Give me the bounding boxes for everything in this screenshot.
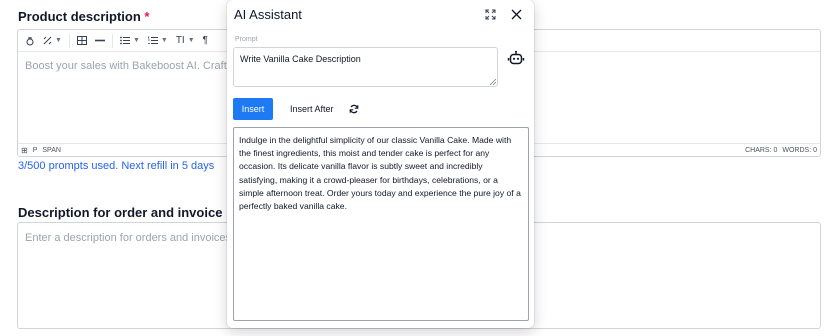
required-mark: * [144, 9, 150, 24]
magic-icon [26, 36, 34, 45]
numbered-list-dropdown[interactable]: ▼ [145, 32, 171, 50]
prompt-value: Write Vanilla Cake Description [240, 54, 361, 64]
ai-assistant-dialog: AI Assistant Prompt Write Vanilla Cake D… [227, 0, 534, 328]
toolbar-divider [68, 33, 70, 48]
element-path: ⊞ P SPAN [21, 146, 61, 155]
toolbar-divider [111, 33, 113, 48]
text-style-icon [43, 36, 52, 45]
path-item[interactable]: P [33, 147, 38, 154]
insert-table-button[interactable] [74, 32, 90, 50]
chevron-down-icon: ▼ [55, 37, 62, 44]
text-style-dropdown[interactable]: ▼ [40, 32, 65, 50]
robot-icon[interactable] [507, 50, 525, 68]
order-description-label: Description for order and invoice [18, 205, 223, 220]
expand-icon [485, 9, 495, 19]
action-row: Insert Insert After [233, 98, 359, 120]
page: Product description * ▼ ▼ ▼ TI ▼ ¶ Boost… [0, 0, 828, 336]
dialog-title: AI Assistant [234, 7, 302, 22]
words-count: WORDS: 0 [782, 147, 817, 154]
numbered-list-icon [147, 36, 158, 44]
font-size-icon: TI [175, 35, 185, 46]
chevron-down-icon: ▼ [160, 37, 168, 44]
horizontal-rule-button[interactable] [92, 32, 108, 50]
char-count: CHARS: 0 [745, 147, 778, 154]
close-button[interactable] [508, 6, 524, 22]
generated-text-output[interactable]: Indulge in the delightful simplicity of … [233, 127, 529, 321]
paragraph-icon: ¶ [202, 35, 209, 46]
bulleted-list-dropdown[interactable]: ▼ [117, 32, 143, 50]
bulleted-list-icon [120, 36, 130, 45]
chevron-down-icon: ▼ [132, 37, 140, 44]
regenerate-button[interactable] [349, 104, 359, 114]
insert-button[interactable]: Insert [233, 98, 273, 120]
resize-handle-icon[interactable] [490, 79, 496, 85]
dialog-actions [482, 6, 524, 22]
prompt-input[interactable]: Write Vanilla Cake Description [233, 47, 498, 87]
table-icon [76, 36, 87, 45]
grip-icon: ⊞ [21, 146, 28, 155]
paragraph-dropdown[interactable]: ¶ [200, 32, 211, 50]
ai-magic-button[interactable] [22, 32, 38, 50]
prompt-label: Prompt [235, 36, 258, 43]
prompts-usage-note: 3/500 prompts used. Next refill in 5 day… [18, 160, 215, 172]
path-item[interactable]: SPAN [42, 147, 61, 154]
product-description-label: Product description * [18, 9, 150, 24]
insert-after-button[interactable]: Insert After [290, 104, 334, 114]
close-icon [511, 9, 521, 19]
font-size-dropdown[interactable]: TI ▼ [173, 32, 198, 50]
horizontal-rule-icon [94, 39, 105, 42]
chevron-down-icon: ▼ [187, 37, 195, 44]
refresh-icon [349, 104, 358, 114]
expand-button[interactable] [482, 6, 498, 22]
word-count: CHARS: 0 WORDS: 0 [745, 147, 817, 154]
